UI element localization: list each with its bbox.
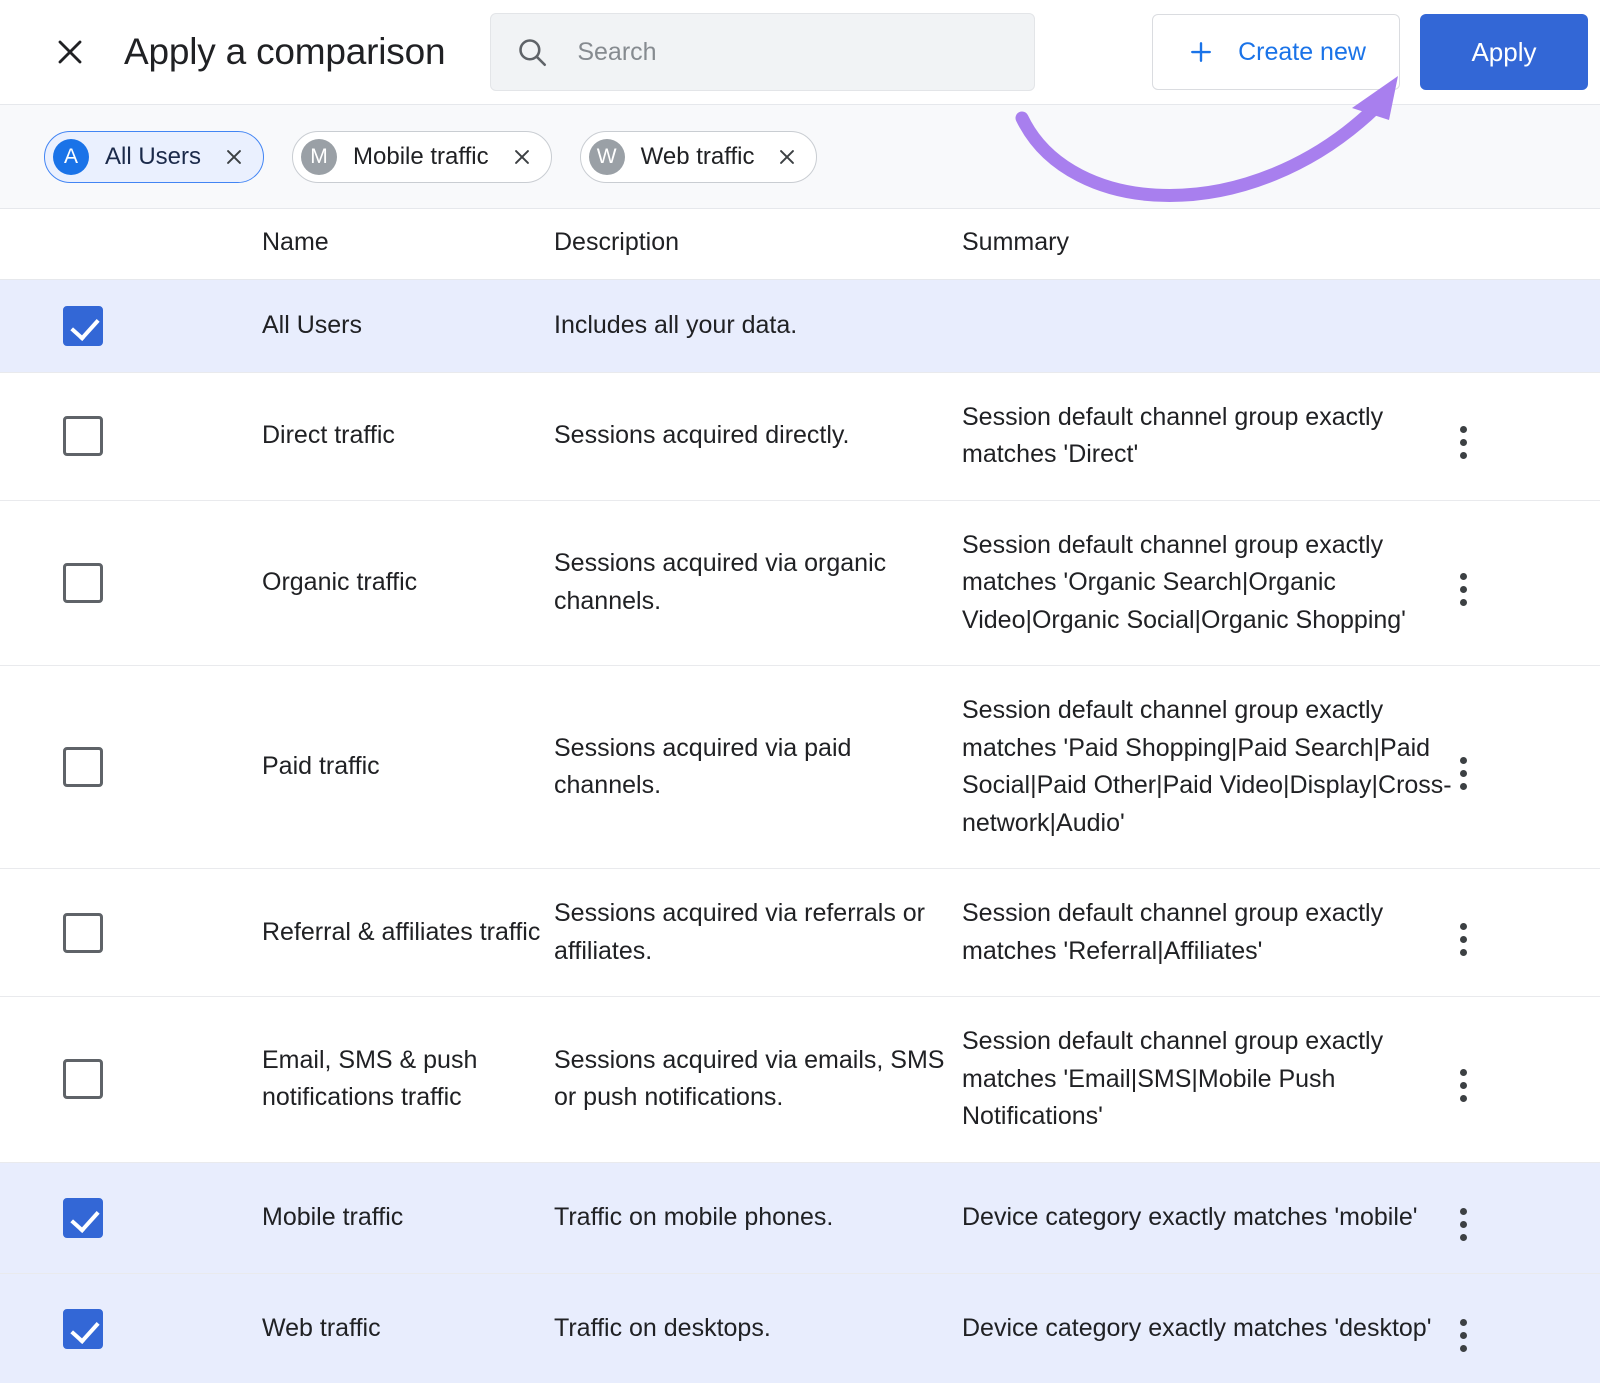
row-checkbox[interactable] — [63, 306, 103, 346]
row-actions-cell — [1454, 279, 1600, 372]
row-description: Includes all your data. — [554, 279, 962, 372]
table-row[interactable]: Email, SMS & push notifications traffic … — [0, 997, 1600, 1163]
search-box[interactable] — [490, 13, 1035, 91]
row-name: Direct traffic — [262, 372, 554, 500]
search-input[interactable] — [575, 37, 1010, 68]
row-actions-cell — [1454, 1162, 1600, 1273]
chip-avatar: A — [53, 139, 89, 175]
more-options-icon[interactable] — [1454, 1313, 1473, 1358]
row-summary: Session default channel group exactly ma… — [962, 372, 1454, 500]
table-row[interactable]: Organic traffic Sessions acquired via or… — [0, 500, 1600, 666]
row-description: Sessions acquired via referrals or affil… — [554, 869, 962, 997]
row-select-cell — [0, 997, 262, 1163]
table-row[interactable]: Direct traffic Sessions acquired directl… — [0, 372, 1600, 500]
row-select-cell — [0, 500, 262, 666]
chip-all-users[interactable]: A All Users — [44, 131, 264, 183]
row-summary: Session default channel group exactly ma… — [962, 997, 1454, 1163]
dialog-header: Apply a comparison Create new Apply — [0, 0, 1600, 105]
close-icon[interactable] — [509, 144, 535, 170]
chip-web-traffic[interactable]: W Web traffic — [580, 131, 818, 183]
row-checkbox[interactable] — [63, 1059, 103, 1099]
close-icon[interactable] — [48, 30, 92, 74]
chip-mobile-traffic[interactable]: M Mobile traffic — [292, 131, 552, 183]
row-name: Email, SMS & push notifications traffic — [262, 997, 554, 1163]
chip-label: Web traffic — [641, 143, 755, 171]
row-description: Sessions acquired directly. — [554, 372, 962, 500]
row-description: Sessions acquired via organic channels. — [554, 500, 962, 666]
more-options-icon[interactable] — [1454, 420, 1473, 465]
row-select-cell — [0, 279, 262, 372]
close-icon[interactable] — [774, 144, 800, 170]
row-description: Traffic on desktops. — [554, 1273, 962, 1383]
create-new-label: Create new — [1238, 38, 1366, 67]
table-row[interactable]: Web traffic Traffic on desktops. Device … — [0, 1273, 1600, 1383]
row-summary: Session default channel group exactly ma… — [962, 869, 1454, 997]
close-icon[interactable] — [221, 144, 247, 170]
table-body: All Users Includes all your data. Direct… — [0, 279, 1600, 1383]
apply-comparison-dialog: Apply a comparison Create new Apply — [0, 0, 1600, 1383]
row-name: Referral & affiliates traffic — [262, 869, 554, 997]
row-summary: Session default channel group exactly ma… — [962, 666, 1454, 869]
table-row[interactable]: All Users Includes all your data. — [0, 279, 1600, 372]
more-options-icon[interactable] — [1454, 917, 1473, 962]
column-header-summary: Summary — [962, 209, 1454, 279]
table-header: Name Description Summary — [0, 209, 1600, 279]
row-select-cell — [0, 1273, 262, 1383]
column-header-actions — [1454, 209, 1600, 279]
row-name: Mobile traffic — [262, 1162, 554, 1273]
page-title: Apply a comparison — [124, 31, 445, 73]
search-icon — [515, 35, 549, 69]
table-row[interactable]: Mobile traffic Traffic on mobile phones.… — [0, 1162, 1600, 1273]
column-header-select — [0, 209, 262, 279]
row-summary — [962, 279, 1454, 372]
chip-label: All Users — [105, 143, 201, 171]
row-description: Traffic on mobile phones. — [554, 1162, 962, 1273]
row-actions-cell — [1454, 997, 1600, 1163]
row-actions-cell — [1454, 372, 1600, 500]
row-actions-cell — [1454, 666, 1600, 869]
row-summary: Device category exactly matches 'desktop… — [962, 1273, 1454, 1383]
row-description: Sessions acquired via emails, SMS or pus… — [554, 997, 962, 1163]
row-select-cell — [0, 869, 262, 997]
row-select-cell — [0, 372, 262, 500]
row-checkbox[interactable] — [63, 913, 103, 953]
row-name: Paid traffic — [262, 666, 554, 869]
row-select-cell — [0, 1162, 262, 1273]
more-options-icon[interactable] — [1454, 1063, 1473, 1108]
row-actions-cell — [1454, 500, 1600, 666]
create-new-button[interactable]: Create new — [1152, 14, 1400, 90]
row-select-cell — [0, 666, 262, 869]
row-summary: Device category exactly matches 'mobile' — [962, 1162, 1454, 1273]
table-row[interactable]: Paid traffic Sessions acquired via paid … — [0, 666, 1600, 869]
table-row[interactable]: Referral & affiliates traffic Sessions a… — [0, 869, 1600, 997]
row-checkbox[interactable] — [63, 416, 103, 456]
more-options-icon[interactable] — [1454, 751, 1473, 796]
column-header-name: Name — [262, 209, 554, 279]
row-actions-cell — [1454, 869, 1600, 997]
row-checkbox[interactable] — [63, 1198, 103, 1238]
column-header-description: Description — [554, 209, 962, 279]
comparisons-table: Name Description Summary All Users Inclu… — [0, 209, 1600, 1383]
chip-label: Mobile traffic — [353, 143, 489, 171]
selected-comparisons-chips: A All Users M Mobile traffic W Web traff… — [0, 105, 1600, 209]
row-checkbox[interactable] — [63, 563, 103, 603]
header-actions: Create new Apply — [1152, 14, 1600, 90]
chip-avatar: W — [589, 139, 625, 175]
apply-button[interactable]: Apply — [1420, 14, 1588, 90]
more-options-icon[interactable] — [1454, 1202, 1473, 1247]
row-name: Organic traffic — [262, 500, 554, 666]
more-options-icon[interactable] — [1454, 567, 1473, 612]
row-description: Sessions acquired via paid channels. — [554, 666, 962, 869]
row-name: All Users — [262, 279, 554, 372]
row-name: Web traffic — [262, 1273, 554, 1383]
plus-icon — [1186, 37, 1216, 67]
row-actions-cell — [1454, 1273, 1600, 1383]
row-summary: Session default channel group exactly ma… — [962, 500, 1454, 666]
chip-avatar: M — [301, 139, 337, 175]
row-checkbox[interactable] — [63, 747, 103, 787]
row-checkbox[interactable] — [63, 1309, 103, 1349]
